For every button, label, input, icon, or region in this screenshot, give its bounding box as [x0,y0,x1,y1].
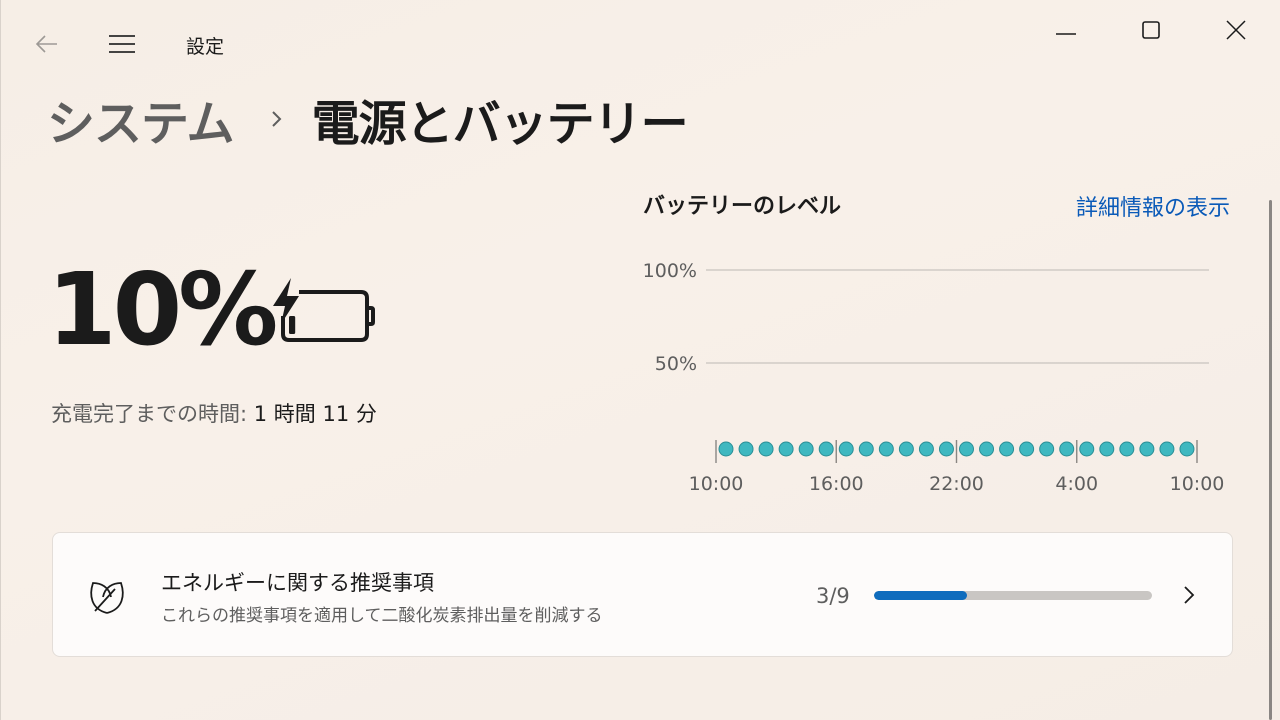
battery-level-point [1099,441,1115,457]
battery-level-point [1039,441,1055,457]
hamburger-menu-icon [109,35,135,53]
y-tick-label: 100% [643,260,697,282]
energy-card-title: エネルギーに関する推奨事項 [161,571,434,595]
charge-time-value: 1 時間 11 分 [253,402,377,426]
battery-level-point [758,441,774,457]
recommendation-count: 3/9 [816,584,850,608]
chevron-right-icon [1184,586,1195,604]
energy-card-subtitle: これらの推奨事項を適用して二酸化炭素排出量を削減する [161,606,603,626]
app-title: 設定 [186,36,225,58]
battery-level-point [1159,441,1175,457]
leaf-icon [90,582,124,614]
battery-level-point [959,441,974,457]
battery-level-point [738,441,754,457]
battery-percentage: 10% [47,251,278,368]
navigation-menu-button[interactable] [105,28,139,60]
battery-level-point [878,441,894,457]
battery-level-point [979,441,995,457]
battery-charging-icon [273,278,375,342]
battery-level-point [1059,441,1075,457]
x-tick-label: 10:00 [689,473,744,495]
breadcrumb-parent-system[interactable]: システム [47,84,235,154]
breadcrumb: システム 電源とバッテリー [47,84,689,154]
battery-level-point [898,441,914,457]
battery-level-point [999,441,1015,457]
recommendation-progress-fill [874,591,967,600]
maximize-button[interactable] [1128,14,1174,46]
battery-level-point [838,441,854,457]
battery-level-point [1139,441,1155,457]
battery-level-chart-title: バッテリーのレベル [643,194,842,219]
battery-level-point [818,441,834,457]
charge-time-label: 充電完了までの時間: [51,402,248,426]
battery-level-point [858,441,874,457]
battery-level-point [718,441,734,457]
view-details-link[interactable]: 詳細情報の表示 [1076,190,1230,222]
battery-level-point [1119,441,1135,457]
battery-level-point [798,441,814,457]
battery-level-point [918,441,934,457]
battery-level-point [938,441,954,457]
close-button[interactable] [1213,14,1259,46]
battery-level-chart: 100% 50% 10:00 16:00 22:00 4:00 10:00 [643,260,1225,495]
battery-level-fill [289,316,296,334]
settings-window: 設定 システム 電源とバッテリー 10% 充電完了までの時間: 1 時間 11 … [0,0,1280,720]
back-arrow-icon [35,35,57,53]
x-tick-label: 10:00 [1170,473,1225,495]
minimize-button[interactable] [1043,14,1089,46]
chevron-right-icon [271,111,281,127]
battery-level-point [1179,441,1195,457]
minimize-icon [1056,33,1076,35]
x-tick-label: 16:00 [809,473,864,495]
recommendation-progress-bar [874,591,1152,600]
maximize-icon [1142,21,1160,39]
energy-recommendations-card[interactable]: エネルギーに関する推奨事項 これらの推奨事項を適用して二酸化炭素排出量を削減する… [52,532,1233,657]
x-tick-label: 22:00 [929,473,984,495]
energy-card-chevron[interactable] [1177,581,1201,609]
back-button[interactable] [31,28,63,60]
battery-level-point [1019,441,1035,457]
page-title: 電源とバッテリー [311,96,689,152]
x-tick-label: 4:00 [1055,473,1098,495]
title-bar: 設定 [1,0,1280,88]
battery-level-point [1079,441,1095,457]
close-icon [1226,20,1246,40]
time-to-full-charge: 充電完了までの時間: 1 時間 11 分 [51,398,377,428]
breadcrumb-separator [270,108,284,130]
vertical-scrollbar[interactable] [1269,200,1272,720]
y-tick-label: 50% [655,353,697,375]
battery-level-point [778,441,794,457]
